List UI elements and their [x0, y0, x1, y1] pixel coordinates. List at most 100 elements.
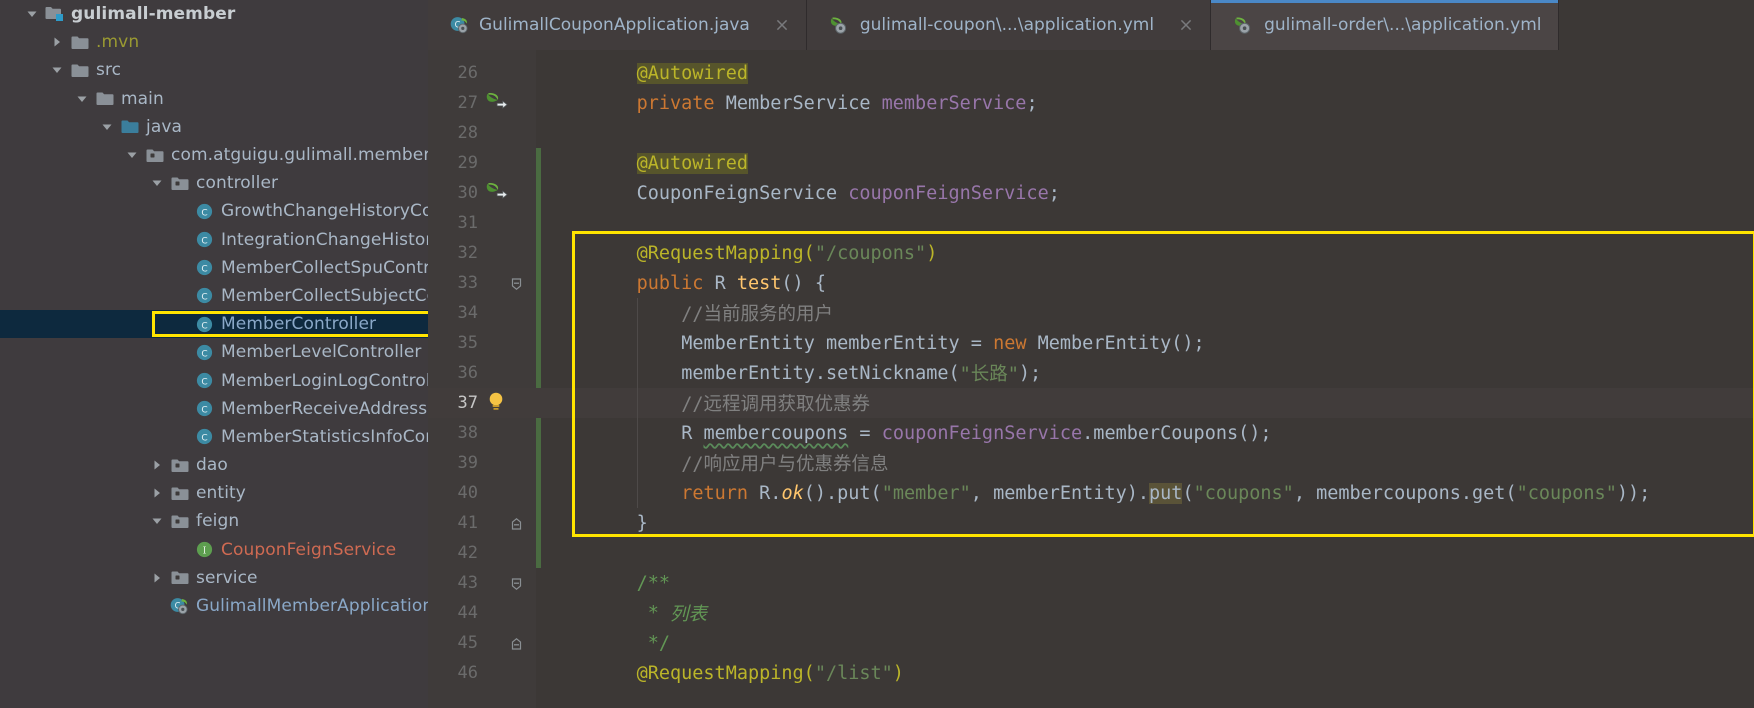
tree-item-mvn[interactable]: .mvn: [0, 28, 428, 56]
close-icon[interactable]: [774, 17, 790, 33]
code-line-33: public R test() {: [536, 268, 1754, 298]
gutter-line-46[interactable]: 46: [428, 658, 536, 688]
editor-tab-1[interactable]: C GulimallCouponApplication.java: [428, 0, 807, 50]
spring-bean-navigate-icon[interactable]: [486, 91, 510, 115]
java-class-icon: C: [192, 231, 217, 248]
tree-item-couponfeignservice[interactable]: I CouponFeignService: [0, 536, 428, 564]
gutter-line-43[interactable]: 43: [428, 568, 536, 598]
tree-item-controller[interactable]: controller: [0, 169, 428, 197]
tree-item-memberlevelcontroller[interactable]: C MemberLevelController: [0, 338, 428, 366]
code-token: R.: [759, 482, 782, 504]
spring-bean-navigate-icon[interactable]: [486, 181, 510, 205]
editor-tab-label: gulimall-order\...\application.yml: [1264, 15, 1542, 35]
package-icon: [142, 148, 167, 163]
tree-item-label: src: [96, 60, 122, 81]
code-token: //响应用户与优惠券信息: [681, 454, 889, 475]
gutter-line-32[interactable]: 32: [428, 238, 536, 268]
line-number: 41: [457, 513, 478, 533]
chevron-right-icon[interactable]: [147, 487, 167, 499]
tree-item-membercollectsubjectcont[interactable]: C MemberCollectSubjectCont: [0, 282, 428, 310]
fold-end-icon[interactable]: [510, 636, 524, 650]
tree-item-com-atguigu-gulimall-member[interactable]: com.atguigu.gulimall.member: [0, 141, 428, 169]
gutter-line-41[interactable]: 41: [428, 508, 536, 538]
code-token: MemberService: [725, 92, 882, 114]
folder-icon: [67, 35, 92, 50]
project-tool-window[interactable]: gulimall-member .mvn src main java com.atguig…: [0, 0, 428, 708]
tree-item-entity[interactable]: entity: [0, 479, 428, 507]
tree-item-gulimallmemberapplication[interactable]: C GulimallMemberApplication: [0, 592, 428, 620]
tree-item-membercollectspucontrolle[interactable]: C MemberCollectSpuControlle: [0, 254, 428, 282]
gutter-line-28[interactable]: 28: [428, 118, 536, 148]
line-number: 38: [457, 423, 478, 443]
line-number: 31: [457, 213, 478, 233]
gutter-line-42[interactable]: 42: [428, 538, 536, 568]
java-interface-icon: I: [192, 541, 217, 558]
gutter-line-38[interactable]: 38: [428, 418, 536, 448]
chevron-down-icon[interactable]: [122, 149, 142, 161]
gutter-line-35[interactable]: 35: [428, 328, 536, 358]
tree-item-memberreceiveaddresscor[interactable]: C MemberReceiveAddressCor: [0, 395, 428, 423]
editor-tab-3[interactable]: gulimall-order\...\application.yml: [1211, 0, 1559, 50]
tree-item-membercontroller[interactable]: C MemberController: [0, 310, 428, 339]
gutter-line-40[interactable]: 40: [428, 478, 536, 508]
fold-collapse-icon[interactable]: [510, 276, 524, 290]
gutter-line-44[interactable]: 44: [428, 598, 536, 628]
code-token: //当前服务的用户: [681, 304, 833, 325]
tree-item-src[interactable]: src: [0, 56, 428, 84]
project-tree[interactable]: gulimall-member .mvn src main java com.atguig…: [0, 0, 428, 620]
tree-item-feign[interactable]: feign: [0, 507, 428, 535]
intention-bulb-icon[interactable]: [486, 391, 510, 415]
editor-gutter[interactable]: 26 27 28 29 30 31 32 33 34 35 36 37 38 39 40 41 42 43 44 45…: [428, 50, 536, 708]
svg-text:C: C: [201, 434, 207, 444]
tree-item-integrationchangehistoryc[interactable]: C IntegrationChangeHistoryC: [0, 226, 428, 254]
line-number: 29: [457, 153, 478, 173]
code-token: ().put(: [803, 482, 882, 504]
close-icon[interactable]: [1178, 17, 1194, 33]
gutter-line-33[interactable]: 33: [428, 268, 536, 298]
code-token: ;: [1026, 92, 1038, 114]
gutter-line-27[interactable]: 27: [428, 88, 536, 118]
gutter-line-36[interactable]: 36: [428, 358, 536, 388]
fold-collapse-icon[interactable]: [510, 576, 524, 590]
gutter-line-26[interactable]: 26: [428, 58, 536, 88]
code-token: @RequestMapping(: [636, 662, 815, 684]
gutter-line-45[interactable]: 45: [428, 628, 536, 658]
line-number: 28: [457, 123, 478, 143]
tree-item-service[interactable]: service: [0, 564, 428, 592]
editor-tab-2[interactable]: gulimall-coupon\...\application.yml: [806, 0, 1212, 50]
gutter-line-37[interactable]: 37: [428, 388, 536, 418]
gutter-line-29[interactable]: 29: [428, 148, 536, 178]
line-number: 44: [457, 603, 478, 623]
code-token: //远程调用获取优惠券: [681, 394, 870, 415]
code-token: ));: [1616, 482, 1651, 504]
code-text-area[interactable]: @Autowired private MemberService memberSe…: [536, 50, 1754, 708]
gutter-line-30[interactable]: 30: [428, 178, 536, 208]
chevron-down-icon[interactable]: [147, 177, 167, 189]
code-editor[interactable]: 26 27 28 29 30 31 32 33 34 35 36 37 38 39 40 41 42 43 44 45…: [428, 50, 1754, 708]
fold-end-icon[interactable]: [510, 516, 524, 530]
chevron-down-icon[interactable]: [147, 515, 167, 527]
tree-item-growthchangehistorycontr[interactable]: C GrowthChangeHistoryContr: [0, 197, 428, 225]
chevron-down-icon[interactable]: [97, 121, 117, 133]
tree-item-label: gulimall-member: [71, 4, 236, 25]
code-line-30: CouponFeignService couponFeignService;: [536, 178, 1754, 208]
module-folder-icon: [42, 6, 67, 22]
chevron-right-icon[interactable]: [47, 36, 67, 48]
tree-item-java[interactable]: java: [0, 113, 428, 141]
tree-item-memberstatisticsinfocontro[interactable]: C MemberStatisticsInfoContro: [0, 423, 428, 451]
gutter-line-31[interactable]: 31: [428, 208, 536, 238]
package-icon: [167, 570, 192, 585]
chevron-right-icon[interactable]: [147, 459, 167, 471]
tree-item-main[interactable]: main: [0, 85, 428, 113]
gutter-line-39[interactable]: 39: [428, 448, 536, 478]
tree-item-memberloginlogcontroller[interactable]: C MemberLoginLogController: [0, 366, 428, 394]
chevron-down-icon[interactable]: [22, 8, 42, 20]
gutter-line-34[interactable]: 34: [428, 298, 536, 328]
chevron-down-icon[interactable]: [47, 64, 67, 76]
chevron-right-icon[interactable]: [147, 572, 167, 584]
tree-item-gulimall-member[interactable]: gulimall-member: [0, 0, 428, 28]
chevron-down-icon[interactable]: [72, 93, 92, 105]
tree-item-dao[interactable]: dao: [0, 451, 428, 479]
editor-tab-bar[interactable]: C GulimallCouponApplication.java gulimall-…: [428, 0, 1754, 50]
code-token: R: [714, 272, 737, 294]
